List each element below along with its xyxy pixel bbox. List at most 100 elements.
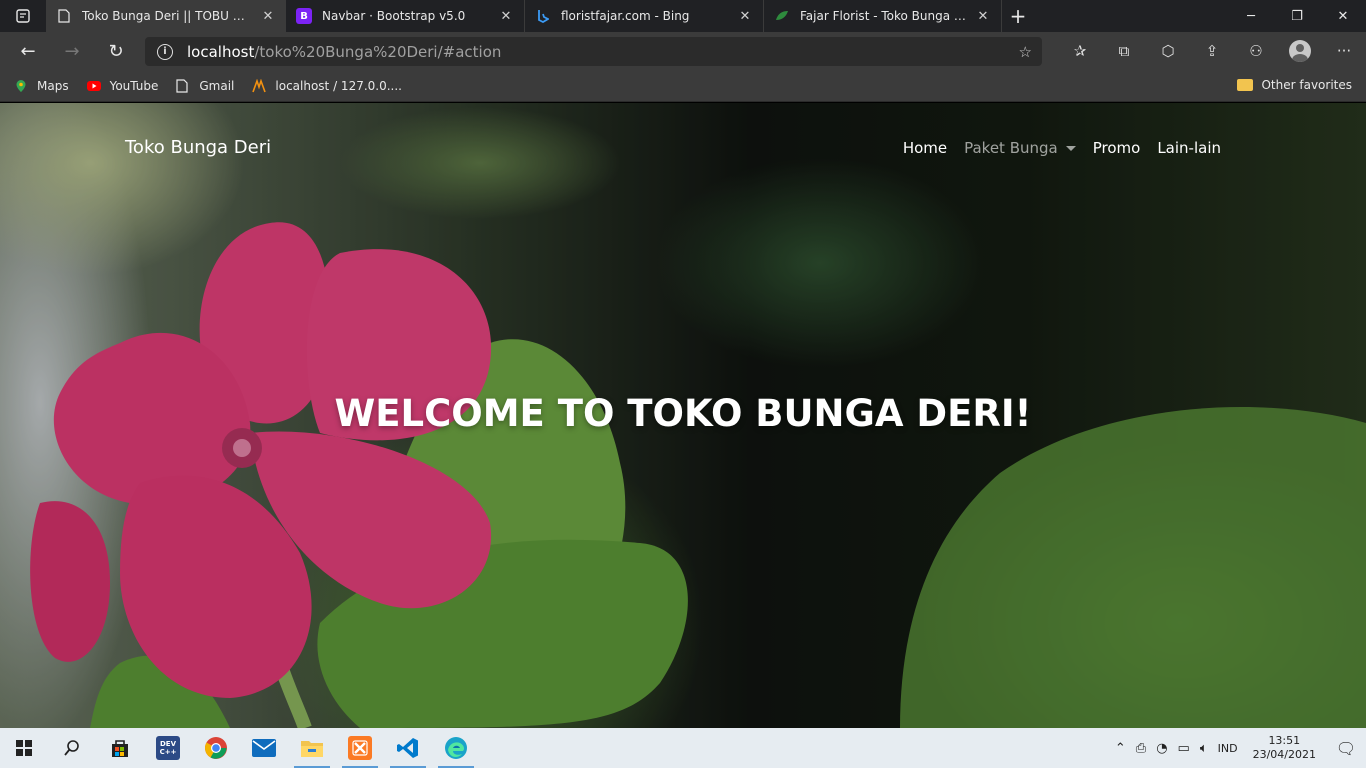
clock-date: 23/04/2021 [1252, 748, 1316, 761]
meet-now-icon[interactable]: ⎙ [1136, 741, 1146, 756]
chevron-up-icon[interactable]: ⌃ [1115, 741, 1126, 756]
refresh-icon: ↻ [108, 40, 124, 62]
close-tab-icon[interactable]: ✕ [498, 9, 514, 24]
clock-time: 13:51 [1268, 734, 1301, 747]
maps-icon [14, 79, 28, 93]
bookmark-maps[interactable]: Maps [14, 79, 69, 93]
language-indicator[interactable]: IND [1218, 742, 1238, 755]
bookmark-gmail[interactable]: Gmail [176, 79, 234, 93]
browser-toolbar: ← → ↻ i localhost/toko%20Bunga%20Deri/#a… [0, 32, 1366, 70]
avatar [1289, 40, 1311, 62]
url-path: /toko%20Bunga%20Deri/#action [254, 42, 502, 61]
bookmark-youtube[interactable]: YouTube [86, 78, 159, 93]
taskbar-devcpp[interactable]: DEV C++ [144, 728, 192, 768]
site-brand[interactable]: Toko Bunga Deri [125, 137, 271, 158]
close-icon: ✕ [1337, 8, 1349, 24]
other-favorites[interactable]: Other favorites [1237, 78, 1352, 92]
tab-title: Fajar Florist - Toko Bunga Bogor [800, 9, 967, 23]
favorites-button[interactable]: ✰ [1058, 32, 1102, 70]
search-icon [64, 740, 79, 756]
close-tab-icon[interactable]: ✕ [737, 9, 753, 24]
feedback-icon: ⚇ [1249, 42, 1263, 60]
youtube-icon [86, 79, 101, 93]
forward-button[interactable]: → [50, 32, 94, 70]
extension-button[interactable]: ⬡ [1146, 32, 1190, 70]
tab-actions-icon [16, 9, 30, 23]
nav-home[interactable]: Home [903, 139, 947, 157]
more-options-button[interactable]: ··· [1322, 32, 1366, 70]
leaf-icon [774, 8, 790, 24]
start-button[interactable] [0, 728, 48, 768]
site-navbar: Toko Bunga Deri Home Paket Bunga Promo L… [0, 103, 1366, 193]
page-icon [56, 8, 72, 24]
toolbar-right-actions: ✰ ⧉ ⬡ ⇪ ⚇ ··· [1058, 32, 1366, 70]
tab-bootstrap-navbar[interactable]: B Navbar · Bootstrap v5.0 ✕ [286, 0, 525, 32]
other-favorites-label: Other favorites [1261, 78, 1352, 92]
share-button[interactable]: ⇪ [1190, 32, 1234, 70]
chevron-down-icon [1065, 146, 1076, 151]
new-tab-button[interactable]: + [1002, 0, 1034, 32]
phpmyadmin-icon [252, 78, 267, 93]
site-info-icon[interactable]: i [157, 43, 173, 60]
bookmark-label: YouTube [109, 78, 159, 93]
window-controls: ─ ❐ ✕ [1228, 0, 1366, 32]
folder-icon [1237, 79, 1254, 91]
nav-lain-lain[interactable]: Lain-lain [1157, 139, 1221, 157]
site-menu: Home Paket Bunga Promo Lain-lain [886, 139, 1221, 157]
restore-icon: ❐ [1291, 8, 1303, 24]
search-button[interactable] [48, 728, 96, 768]
tab-title: floristfajar.com - Bing [561, 9, 690, 23]
clock[interactable]: 13:51 23/04/2021 [1253, 734, 1316, 762]
hero-section: Toko Bunga Deri Home Paket Bunga Promo L… [0, 103, 1366, 728]
windows-taskbar: DEV C++ ⌃ ⎙ ◔ ▭ 🔈︎ IND 13:51 23/04/2021 … [0, 728, 1366, 768]
notifications-button[interactable]: 🗨︎ [1326, 728, 1366, 768]
close-tab-icon[interactable]: ✕ [260, 9, 276, 24]
taskbar-file-explorer[interactable] [288, 728, 336, 768]
back-button[interactable]: ← [6, 32, 50, 70]
nav-paket-bunga[interactable]: Paket Bunga [964, 139, 1076, 157]
feedback-button[interactable]: ⚇ [1234, 32, 1278, 70]
close-tab-icon[interactable]: ✕ [975, 9, 991, 24]
tab-fajar-florist[interactable]: Fajar Florist - Toko Bunga Bogor ✕ [764, 0, 1002, 32]
tab-bing[interactable]: floristfajar.com - Bing ✕ [525, 0, 764, 32]
tab-title: Toko Bunga Deri || TOBU Deri [82, 9, 252, 23]
bookmarks-bar: Maps YouTube Gmail localhost / 127.0.0..… [0, 70, 1366, 102]
tab-title: Navbar · Bootstrap v5.0 [322, 9, 466, 23]
profile-button[interactable] [1278, 32, 1322, 70]
chrome-icon [205, 737, 227, 759]
collections-button[interactable]: ⧉ [1102, 32, 1146, 70]
bookmark-localhost[interactable]: localhost / 127.0.0.... [252, 78, 402, 93]
vscode-icon [397, 738, 418, 758]
back-arrow-icon: ← [20, 40, 36, 62]
taskbar-store[interactable] [96, 728, 144, 768]
volume-icon[interactable]: 🔈︎ [1200, 741, 1208, 756]
taskbar-edge[interactable] [432, 728, 480, 768]
taskbar-chrome[interactable] [192, 728, 240, 768]
restore-button[interactable]: ❐ [1274, 0, 1320, 32]
devc-icon: DEV C++ [156, 736, 180, 760]
address-bar[interactable]: i localhost/toko%20Bunga%20Deri/#action … [145, 37, 1042, 66]
network-icon[interactable]: ▭ [1178, 741, 1190, 756]
minimize-button[interactable]: ─ [1228, 0, 1274, 32]
taskbar-xampp[interactable] [336, 728, 384, 768]
notification-icon: 🗨︎ [1335, 738, 1357, 758]
collections-icon: ⧉ [1118, 42, 1130, 60]
add-favorite-icon[interactable]: ☆ [1019, 43, 1032, 61]
start-icon [16, 740, 32, 756]
close-window-button[interactable]: ✕ [1320, 0, 1366, 32]
hero-headline: WELCOME TO TOKO BUNGA DERI! [334, 392, 1032, 435]
taskbar-mail[interactable] [240, 728, 288, 768]
wifi-icon[interactable]: ◔ [1156, 741, 1167, 756]
bookmark-label: Maps [37, 78, 69, 93]
tab-actions-button[interactable] [0, 0, 46, 32]
bookmark-label: Gmail [199, 78, 235, 93]
refresh-button[interactable]: ↻ [94, 32, 138, 70]
file-explorer-icon [301, 741, 323, 757]
tab-toko-bunga-deri[interactable]: Toko Bunga Deri || TOBU Deri ✕ [46, 0, 286, 32]
store-icon [112, 740, 128, 757]
bookmark-label: localhost / 127.0.0.... [275, 78, 402, 93]
browser-tabstrip: Toko Bunga Deri || TOBU Deri ✕ B Navbar … [0, 0, 1366, 32]
nav-promo[interactable]: Promo [1093, 139, 1141, 157]
taskbar-vscode[interactable] [384, 728, 432, 768]
extension-icon: ⬡ [1161, 42, 1175, 60]
